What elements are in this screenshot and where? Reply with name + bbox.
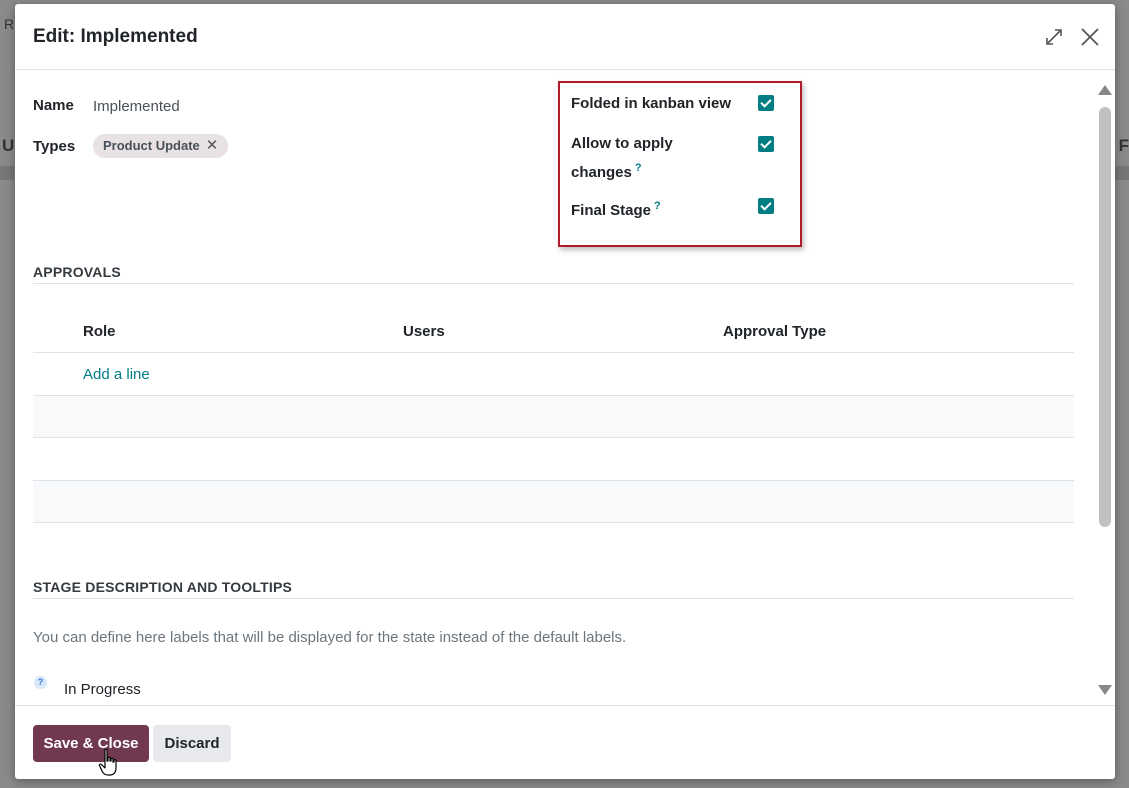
scrollbar[interactable] <box>1093 71 1115 705</box>
scroll-up-icon[interactable] <box>1098 85 1112 95</box>
add-line-link[interactable]: Add a line <box>83 366 150 383</box>
type-tag-label: Product Update <box>103 138 200 153</box>
allow-changes-checkbox[interactable] <box>758 136 774 152</box>
final-stage-checkbox[interactable] <box>758 198 774 214</box>
tag-remove-icon[interactable]: ✕ <box>206 134 219 158</box>
final-stage-label: Final Stage? <box>571 194 661 223</box>
save-close-button[interactable]: Save & Close <box>33 725 149 762</box>
expand-icon[interactable] <box>1041 24 1067 50</box>
stage-description-title: STAGE DESCRIPTION AND TOOLTIPS <box>33 579 293 595</box>
edit-stage-dialog: Edit: Implemented Name Implemented Types… <box>15 4 1115 779</box>
background-fragment: R <box>4 16 15 32</box>
background-fragment: U <box>2 136 15 155</box>
approvals-title: APPROVALS <box>33 264 121 280</box>
scrollbar-thumb[interactable] <box>1099 107 1111 527</box>
close-icon[interactable] <box>1077 24 1103 50</box>
in-progress-label[interactable]: In Progress <box>64 681 141 698</box>
table-row <box>33 396 1074 437</box>
allow-changes-label-line1: Allow to apply <box>571 135 673 152</box>
allow-changes-label: Allow to apply changes? <box>571 132 673 185</box>
scroll-down-icon[interactable] <box>1098 685 1112 695</box>
column-header-users[interactable]: Users <box>403 323 445 340</box>
allow-changes-label-line2: changes <box>571 164 632 181</box>
discard-button[interactable]: Discard <box>153 725 231 762</box>
table-divider <box>33 522 1074 523</box>
help-icon[interactable]: ? <box>654 200 661 212</box>
column-header-approval-type[interactable]: Approval Type <box>723 323 826 340</box>
type-tag[interactable]: Product Update ✕ <box>93 134 229 158</box>
folded-checkbox[interactable] <box>758 95 774 111</box>
name-label: Name <box>33 97 74 114</box>
help-icon[interactable]: ? <box>635 162 642 174</box>
hand-pointer-icon <box>98 748 120 778</box>
section-divider <box>33 283 1074 284</box>
name-field[interactable]: Implemented <box>93 98 180 115</box>
folded-label: Folded in kanban view <box>571 95 732 112</box>
types-label: Types <box>33 138 76 155</box>
background-fragment: F <box>1118 136 1129 155</box>
dialog-header: Edit: Implemented <box>15 4 1115 70</box>
background-bar <box>0 166 14 180</box>
dialog-title: Edit: Implemented <box>33 26 198 47</box>
final-stage-label-text: Final Stage <box>571 202 652 219</box>
section-divider <box>33 598 1074 599</box>
stage-description-text: You can define here labels that will be … <box>33 629 627 646</box>
help-icon[interactable]: ? <box>34 676 47 689</box>
column-header-role[interactable]: Role <box>83 323 116 340</box>
dialog-footer: Save & Close Discard <box>15 705 1115 779</box>
table-row <box>33 481 1074 522</box>
table-divider <box>33 352 1074 353</box>
background-bar <box>1115 166 1129 180</box>
dialog-body: Name Implemented Types Product Update ✕ … <box>15 71 1115 705</box>
table-divider <box>33 437 1074 438</box>
